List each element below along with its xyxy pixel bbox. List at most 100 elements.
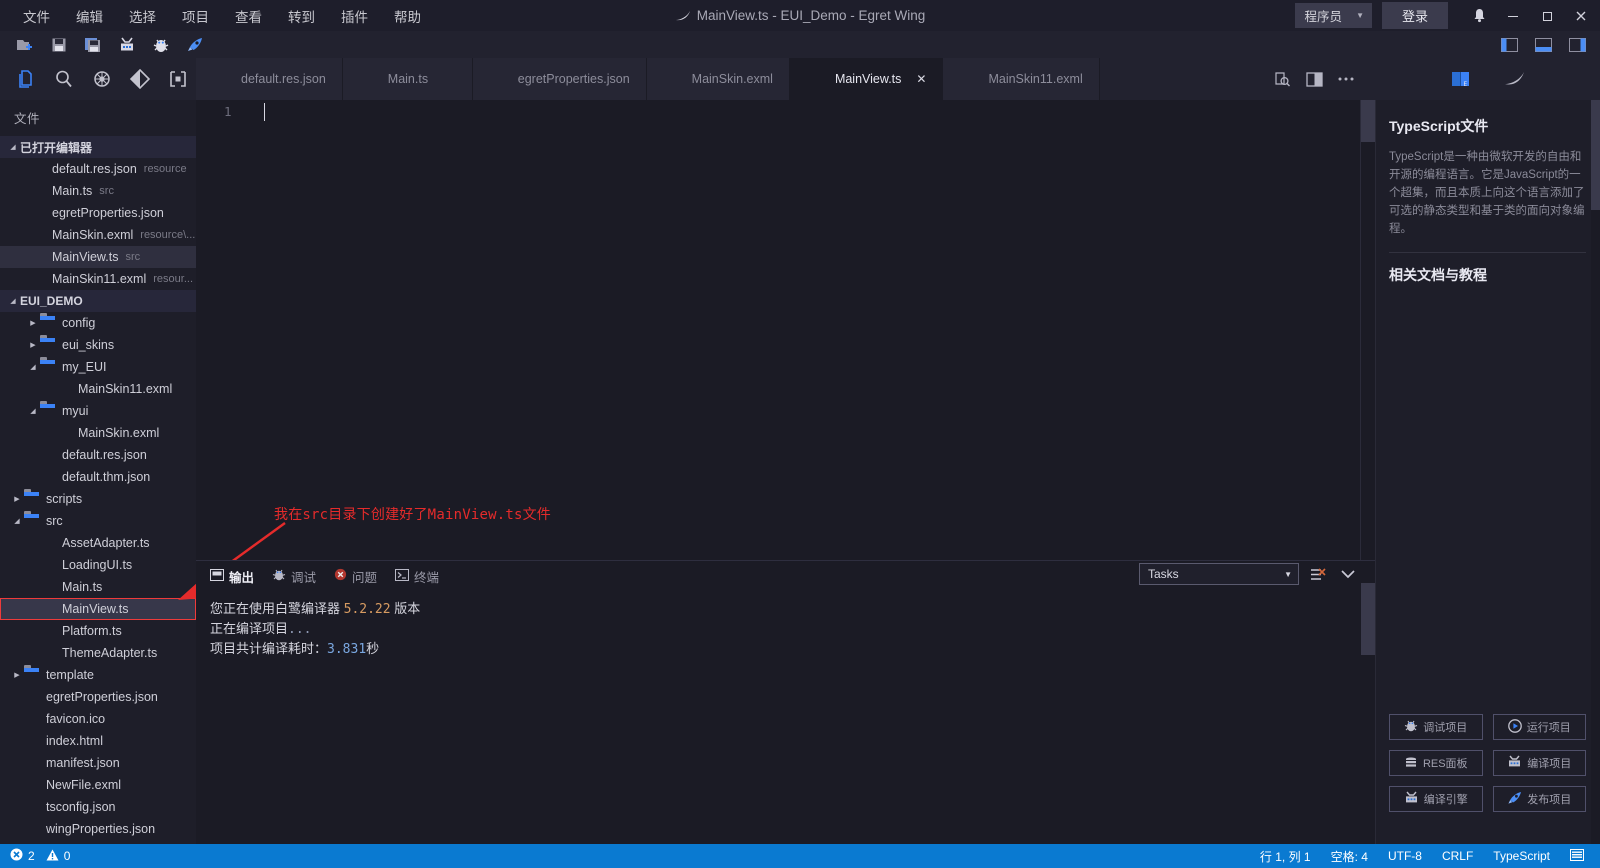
- editor-tab[interactable]: EX MainSkin.exml: [646, 58, 790, 100]
- role-selector[interactable]: 程序员 ▼: [1294, 3, 1372, 28]
- tree-file[interactable]: TS ThemeAdapter.ts: [0, 642, 196, 664]
- panel-scrollbar-thumb[interactable]: [1361, 583, 1375, 655]
- egret-wing-icon[interactable]: [1502, 66, 1528, 92]
- menu-item-project[interactable]: 项目: [169, 2, 222, 30]
- twisty-icon[interactable]: ◢: [26, 407, 40, 415]
- menu-item-select[interactable]: 选择: [116, 2, 169, 30]
- open-editor-item[interactable]: TS MainView.ts src: [0, 246, 196, 268]
- tree-folder[interactable]: ▶ eui_skins: [0, 334, 196, 356]
- twisty-icon[interactable]: ◢: [26, 363, 40, 371]
- section-open-editors[interactable]: ◢ 已打开编辑器: [0, 136, 196, 158]
- twisty-icon[interactable]: ▶: [26, 319, 40, 327]
- twisty-icon[interactable]: ▶: [10, 671, 24, 679]
- open-editor-item[interactable]: TS Main.ts src: [0, 180, 196, 202]
- tree-file[interactable]: TS AssetAdapter.ts: [0, 532, 196, 554]
- tree-folder[interactable]: ◢ my_EUI: [0, 356, 196, 378]
- twisty-icon[interactable]: ◢: [10, 517, 24, 525]
- login-button[interactable]: 登录: [1381, 2, 1448, 29]
- tree-folder[interactable]: ▶ template: [0, 664, 196, 686]
- more-actions-icon[interactable]: [1331, 65, 1361, 93]
- encoding[interactable]: UTF-8: [1378, 849, 1432, 863]
- open-editor-item[interactable]: EX MainSkin.exml resource\...: [0, 224, 196, 246]
- tree-folder[interactable]: ▶ config: [0, 312, 196, 334]
- tree-file[interactable]: JSON wingProperties.json: [0, 818, 196, 840]
- tree-file[interactable]: JSON default.res.json: [0, 444, 196, 466]
- tree-file[interactable]: EX NewFile.exml: [0, 774, 196, 796]
- tree-file[interactable]: TS MainView.ts: [0, 598, 196, 620]
- extensions-icon[interactable]: [164, 64, 192, 94]
- indentation[interactable]: 空格: 4: [1321, 848, 1378, 865]
- panel-tab-output[interactable]: 输出: [210, 567, 254, 586]
- clear-output-icon[interactable]: [1307, 563, 1329, 585]
- docs-icon[interactable]: E: [1448, 66, 1474, 92]
- editor-tab[interactable]: JSON egretProperties.json: [472, 58, 647, 100]
- menu-item-plugins[interactable]: 插件: [328, 2, 381, 30]
- new-file-icon[interactable]: [8, 32, 42, 57]
- menu-item-edit[interactable]: 编辑: [63, 2, 116, 30]
- task-selector[interactable]: Tasks ▼: [1139, 563, 1299, 585]
- close-icon[interactable]: ✕: [916, 72, 926, 86]
- tree-file[interactable]: ▤ favicon.ico: [0, 708, 196, 730]
- editor-tab[interactable]: JSON default.res.json: [196, 58, 343, 100]
- res-panel-button[interactable]: RES面板: [1389, 750, 1483, 776]
- maximize-button[interactable]: [1530, 0, 1564, 31]
- close-button[interactable]: [1564, 0, 1598, 31]
- editor-tab[interactable]: TS MainView.ts ✕: [789, 58, 944, 100]
- tree-file[interactable]: TS Main.ts: [0, 576, 196, 598]
- tree-folder[interactable]: ◢ src: [0, 510, 196, 532]
- split-editor-icon[interactable]: [1299, 65, 1329, 93]
- compile-project-button[interactable]: 编译项目: [1492, 750, 1586, 776]
- tree-file[interactable]: TS Platform.ts: [0, 620, 196, 642]
- menu-item-view[interactable]: 查看: [222, 2, 275, 30]
- notification-icon[interactable]: [1560, 848, 1594, 864]
- tree-file[interactable]: JSON manifest.json: [0, 752, 196, 774]
- compile-icon[interactable]: [110, 32, 144, 57]
- eol-mode[interactable]: CRLF: [1432, 849, 1483, 863]
- editor-scrollbar[interactable]: [1361, 100, 1375, 142]
- toggle-sidebar-icon[interactable]: [1494, 34, 1524, 56]
- debug-icon[interactable]: [144, 32, 178, 57]
- debug-project-button[interactable]: 调试项目: [1389, 714, 1483, 740]
- language-mode[interactable]: TypeScript: [1483, 849, 1560, 863]
- twisty-icon[interactable]: ▶: [26, 341, 40, 349]
- tree-file[interactable]: EX MainSkin.exml: [0, 422, 196, 444]
- section-project[interactable]: ◢ EUI_DEMO: [0, 290, 196, 312]
- tree-file[interactable]: JSON egretProperties.json: [0, 686, 196, 708]
- tree-folder[interactable]: ◢ myui: [0, 400, 196, 422]
- tree-file[interactable]: TS LoadingUI.ts: [0, 554, 196, 576]
- open-editor-item[interactable]: JSON default.res.json resource: [0, 158, 196, 180]
- source-control-icon[interactable]: [126, 64, 154, 94]
- right-panel-scrollbar-thumb[interactable]: [1591, 100, 1600, 210]
- compile-engine-button[interactable]: 编译引擎: [1389, 786, 1483, 812]
- save-all-icon[interactable]: [76, 32, 110, 57]
- bell-icon[interactable]: [1462, 0, 1496, 31]
- publish-project-button[interactable]: 发布项目: [1492, 786, 1586, 812]
- search-icon[interactable]: [50, 64, 78, 94]
- editor-tab[interactable]: TS Main.ts: [342, 58, 473, 100]
- right-panel-scrollbar[interactable]: [1591, 100, 1600, 844]
- tree-file[interactable]: EX MainSkin11.exml: [0, 378, 196, 400]
- panel-tab-terminal[interactable]: 终端: [395, 567, 439, 586]
- cursor-position[interactable]: 行 1, 列 1: [1250, 848, 1321, 865]
- tree-file[interactable]: JSON default.thm.json: [0, 466, 196, 488]
- panel-tab-problems[interactable]: 问题: [334, 567, 377, 586]
- panel-tab-debug[interactable]: 调试: [272, 567, 316, 586]
- error-icon[interactable]: [10, 848, 23, 864]
- collapse-panel-icon[interactable]: [1337, 563, 1359, 585]
- minimize-button[interactable]: [1496, 0, 1530, 31]
- panel-scrollbar[interactable]: [1361, 561, 1375, 844]
- preview-icon[interactable]: [1267, 65, 1297, 93]
- open-editor-item[interactable]: JSON egretProperties.json: [0, 202, 196, 224]
- run-project-button[interactable]: 运行项目: [1492, 714, 1586, 740]
- editor-tab[interactable]: EX MainSkin11.exml: [943, 58, 1100, 100]
- publish-icon[interactable]: [178, 32, 212, 57]
- tree-file[interactable]: HTML index.html: [0, 730, 196, 752]
- menu-item-goto[interactable]: 转到: [275, 2, 328, 30]
- toggle-rightbar-icon[interactable]: [1562, 34, 1592, 56]
- open-editor-item[interactable]: EX MainSkin11.exml resour...: [0, 268, 196, 290]
- explorer-icon[interactable]: [12, 64, 40, 94]
- menu-item-file[interactable]: 文件: [10, 2, 63, 30]
- menu-item-help[interactable]: 帮助: [381, 2, 434, 30]
- tree-folder[interactable]: ▶ scripts: [0, 488, 196, 510]
- tree-file[interactable]: JSON tsconfig.json: [0, 796, 196, 818]
